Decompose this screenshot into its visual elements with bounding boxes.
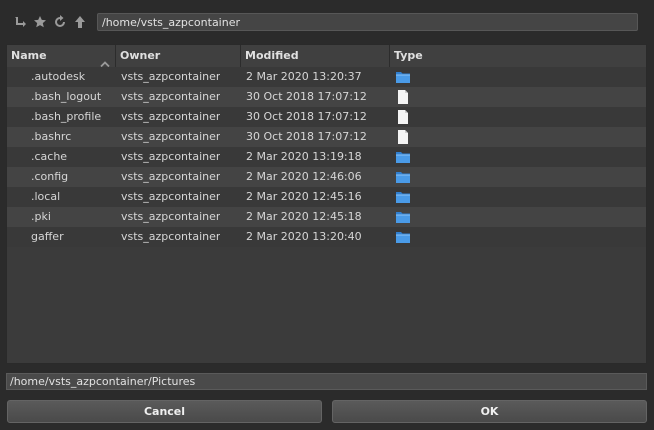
file-icon — [395, 89, 411, 105]
cell-owner: vsts_azpcontainer — [121, 150, 221, 163]
selection-path-input[interactable]: /home/vsts_azpcontainer/Pictures — [6, 373, 647, 390]
cell-name: .cache — [31, 150, 68, 163]
bookmark-star-icon[interactable] — [32, 14, 48, 30]
cell-owner: vsts_azpcontainer — [121, 130, 221, 143]
cell-owner: vsts_azpcontainer — [121, 90, 221, 103]
folder-icon — [395, 229, 411, 245]
file-icon — [395, 109, 411, 125]
cell-owner: vsts_azpcontainer — [121, 230, 221, 243]
column-header-type[interactable]: Type — [390, 45, 646, 67]
folder-icon — [395, 149, 411, 165]
column-header-modified[interactable]: Modified — [241, 45, 390, 67]
folder-icon — [395, 209, 411, 225]
toolbar: /home/vsts_azpcontainer — [0, 0, 654, 44]
cell-owner: vsts_azpcontainer — [121, 190, 221, 203]
parent-directory-icon[interactable] — [12, 14, 28, 30]
cell-name: .autodesk — [31, 70, 86, 83]
cell-owner: vsts_azpcontainer — [121, 110, 221, 123]
table-row[interactable]: .pki vsts_azpcontainer 2 Mar 2020 12:45:18 — [7, 207, 646, 227]
table-row[interactable]: .autodesk vsts_azpcontainer 2 Mar 2020 13:… — [7, 67, 646, 87]
table-row[interactable]: .cache vsts_azpcontainer 2 Mar 2020 13:19:… — [7, 147, 646, 167]
cell-modified: 2 Mar 2020 12:45:18 — [246, 210, 362, 223]
cell-modified: 30 Oct 2018 17:07:12 — [246, 90, 367, 103]
cell-name: .local — [31, 190, 61, 203]
cell-name: .pki — [31, 210, 51, 223]
cell-modified: 2 Mar 2020 12:46:06 — [246, 170, 362, 183]
column-header-name-label: Name — [11, 49, 47, 62]
folder-icon — [395, 69, 411, 85]
table-row[interactable]: .bash_logout vsts_azpcontainer 30 Oct 2018… — [7, 87, 646, 107]
table-row[interactable]: .local vsts_azpcontainer 2 Mar 2020 12:45:… — [7, 187, 646, 207]
cell-name: .bash_logout — [31, 90, 102, 103]
cell-modified: 2 Mar 2020 13:20:40 — [246, 230, 362, 243]
cell-modified: 30 Oct 2018 17:07:12 — [246, 130, 367, 143]
cell-owner: vsts_azpcontainer — [121, 70, 221, 83]
file-icon — [395, 129, 411, 145]
cancel-button[interactable]: Cancel — [7, 400, 322, 423]
folder-icon — [395, 169, 411, 185]
column-header-name[interactable]: Name — [7, 45, 116, 68]
cell-owner: vsts_azpcontainer — [121, 170, 221, 183]
cell-owner: vsts_azpcontainer — [121, 210, 221, 223]
folder-icon — [395, 189, 411, 205]
table-row[interactable]: .bash_profile vsts_azpcontainer 30 Oct 201… — [7, 107, 646, 127]
file-list[interactable]: Name Owner Modified Type .autodesk vsts_a… — [6, 44, 647, 364]
column-header-row: Name Owner Modified Type — [7, 45, 646, 68]
cell-name: .bash_profile — [31, 110, 102, 123]
cell-modified: 2 Mar 2020 12:45:16 — [246, 190, 362, 203]
table-row[interactable]: gaffer vsts_azpcontainer 2 Mar 2020 13:20:… — [7, 227, 646, 247]
cell-modified: 2 Mar 2020 13:19:18 — [246, 150, 362, 163]
cell-name: gaffer — [31, 230, 64, 243]
up-arrow-icon[interactable] — [72, 14, 88, 30]
cell-modified: 30 Oct 2018 17:07:12 — [246, 110, 367, 123]
refresh-icon[interactable] — [52, 14, 68, 30]
table-row[interactable]: .config vsts_azpcontainer 2 Mar 2020 12:46… — [7, 167, 646, 187]
table-row[interactable]: .bashrc vsts_azpcontainer 30 Oct 2018 17:0… — [7, 127, 646, 147]
cell-name: .bashrc — [31, 130, 72, 143]
cell-modified: 2 Mar 2020 13:20:37 — [246, 70, 362, 83]
cell-name: .config — [31, 170, 69, 183]
column-header-owner[interactable]: Owner — [116, 45, 241, 67]
path-input[interactable]: /home/vsts_azpcontainer — [97, 13, 638, 31]
ok-button[interactable]: OK — [332, 400, 647, 423]
